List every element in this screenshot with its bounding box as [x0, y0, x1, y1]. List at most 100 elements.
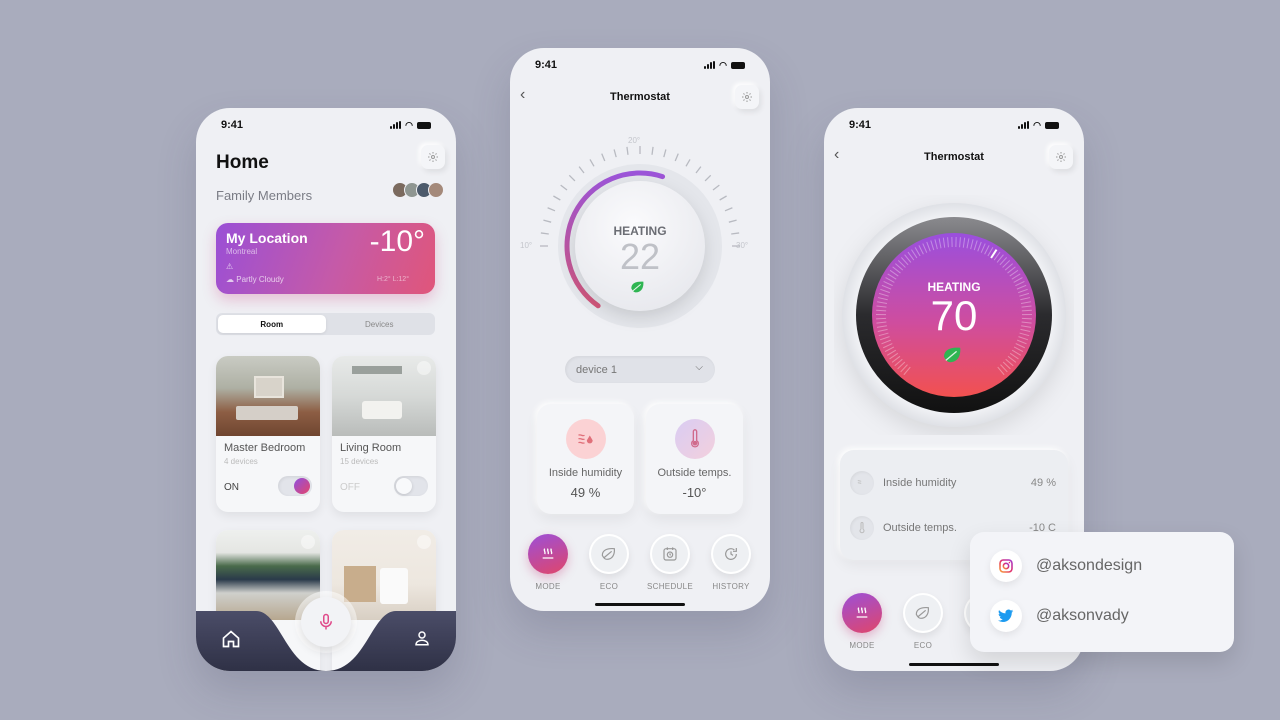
device-select[interactable]: device 1 ⌵ [565, 356, 715, 383]
info-label: Inside humidity [883, 477, 957, 489]
room-image [216, 530, 320, 620]
settings-button[interactable] [1049, 145, 1073, 169]
heat-waves-icon [856, 607, 868, 618]
dial-tick [626, 146, 629, 155]
action-schedule[interactable]: SCHEDULE [640, 534, 700, 591]
heat-waves-icon [542, 548, 554, 559]
chevron-down-icon: ⌵ [695, 362, 703, 373]
weather-city: Montreal [226, 247, 258, 256]
dial-tick [695, 166, 702, 174]
action-eco[interactable]: ECO [893, 593, 953, 650]
action-mode[interactable]: MODE [832, 593, 892, 650]
thermometer-icon [850, 516, 874, 540]
tab-devices[interactable]: Devices [326, 315, 434, 333]
wifi-icon: ◠ [719, 59, 727, 70]
room-state: OFF [340, 482, 360, 493]
nav-home-button[interactable] [221, 629, 241, 654]
screen-title: Thermostat [924, 151, 984, 163]
leaf-icon [601, 547, 616, 560]
social-handle: @aksonvady [1036, 607, 1129, 624]
action-label: ECO [599, 582, 619, 591]
dial-tick [674, 153, 679, 162]
social-row-instagram[interactable]: @aksondesign [990, 550, 1142, 582]
action-eco[interactable]: ECO [579, 534, 639, 591]
dial-tick [663, 149, 667, 158]
dial-tick [589, 159, 595, 167]
status-bar: 9:41 ◠ [221, 118, 431, 132]
dial-tick [543, 219, 552, 223]
signal-icon [704, 61, 716, 69]
battery-icon [731, 61, 745, 69]
action-history[interactable]: HISTORY [701, 534, 761, 591]
family-members-label: Family Members [216, 188, 313, 203]
social-row-twitter[interactable]: @aksonvady [990, 600, 1129, 632]
battery-icon [417, 121, 431, 129]
room-name: Master Bedroom [224, 442, 306, 454]
voice-button[interactable] [301, 597, 351, 647]
weather-condition: ☁ Partly Cloudy [226, 275, 284, 284]
thermometer-icon [674, 419, 715, 459]
nav-profile-button[interactable] [413, 629, 431, 652]
room-image [332, 356, 436, 436]
action-mode[interactable]: MODE [518, 534, 578, 591]
family-avatars[interactable] [392, 182, 444, 198]
warning-icon: ⚠ [226, 262, 234, 271]
room-image [216, 356, 320, 436]
microphone-icon [320, 613, 332, 630]
info-value: 49 % [1030, 477, 1056, 489]
status-time: 9:41 [849, 119, 872, 131]
inside-humidity-card: Inside humidity 49 % [537, 404, 634, 514]
room-name: Living Room [340, 442, 402, 454]
dial-tick [719, 195, 727, 201]
dial-tick [685, 159, 691, 167]
card-value: 49 % [570, 485, 601, 500]
action-label: HISTORY [712, 582, 750, 591]
room-card-master-bedroom[interactable]: Master Bedroom 4 devices ON [216, 356, 320, 512]
more-options-button[interactable] [417, 361, 431, 375]
dial-tick [704, 174, 712, 182]
gear-icon [428, 152, 438, 162]
dial-tick [547, 207, 556, 212]
card-label: Inside humidity [548, 467, 623, 479]
calendar-clock-icon [663, 547, 677, 561]
room-power-toggle[interactable] [394, 476, 428, 496]
room-image [332, 530, 436, 620]
page-title: Home [216, 152, 269, 173]
more-options-button[interactable] [301, 535, 315, 549]
home-screen: 9:41 ◠ Home Family Members My Location M… [196, 108, 456, 671]
tab-room[interactable]: Room [218, 315, 326, 333]
settings-button[interactable] [421, 145, 445, 169]
card-label: Outside temps. [657, 467, 732, 479]
battery-icon [1045, 121, 1059, 129]
leaf-icon [631, 281, 644, 293]
bottom-navigation [196, 597, 456, 671]
dial-tick [578, 166, 585, 174]
cloud-sun-icon: ☁ [226, 275, 234, 284]
gear-icon [742, 92, 752, 102]
weather-card[interactable]: My Location Montreal -10° ⚠ ☁ Partly Clo… [216, 223, 435, 294]
avatar[interactable] [428, 182, 444, 198]
settings-button[interactable] [735, 85, 759, 109]
dial-tick [724, 207, 733, 212]
leaf-icon [915, 606, 930, 619]
more-options-button[interactable] [417, 535, 431, 549]
home-icon [222, 630, 240, 648]
history-icon [725, 548, 737, 560]
action-label: ECO [913, 641, 933, 650]
wifi-icon: ◠ [1033, 119, 1041, 130]
dial-tick [712, 184, 720, 191]
action-label: MODE [535, 582, 561, 591]
twitter-icon [990, 600, 1022, 632]
humidity-icon [850, 471, 874, 495]
wifi-icon: ◠ [405, 119, 413, 130]
card-value: -10° [682, 485, 707, 500]
home-indicator [909, 663, 999, 666]
room-state: ON [224, 482, 239, 493]
status-bar: 9:41 ◠ [535, 58, 745, 72]
weather-high-low: H:2° L:12° [376, 276, 409, 283]
social-handle: @aksondesign [1036, 557, 1143, 574]
room-device-count: 4 devices [224, 457, 258, 466]
room-card-living-room[interactable]: Living Room 15 devices OFF [332, 356, 436, 512]
humidity-icon [565, 419, 606, 459]
room-power-toggle[interactable] [278, 476, 312, 496]
